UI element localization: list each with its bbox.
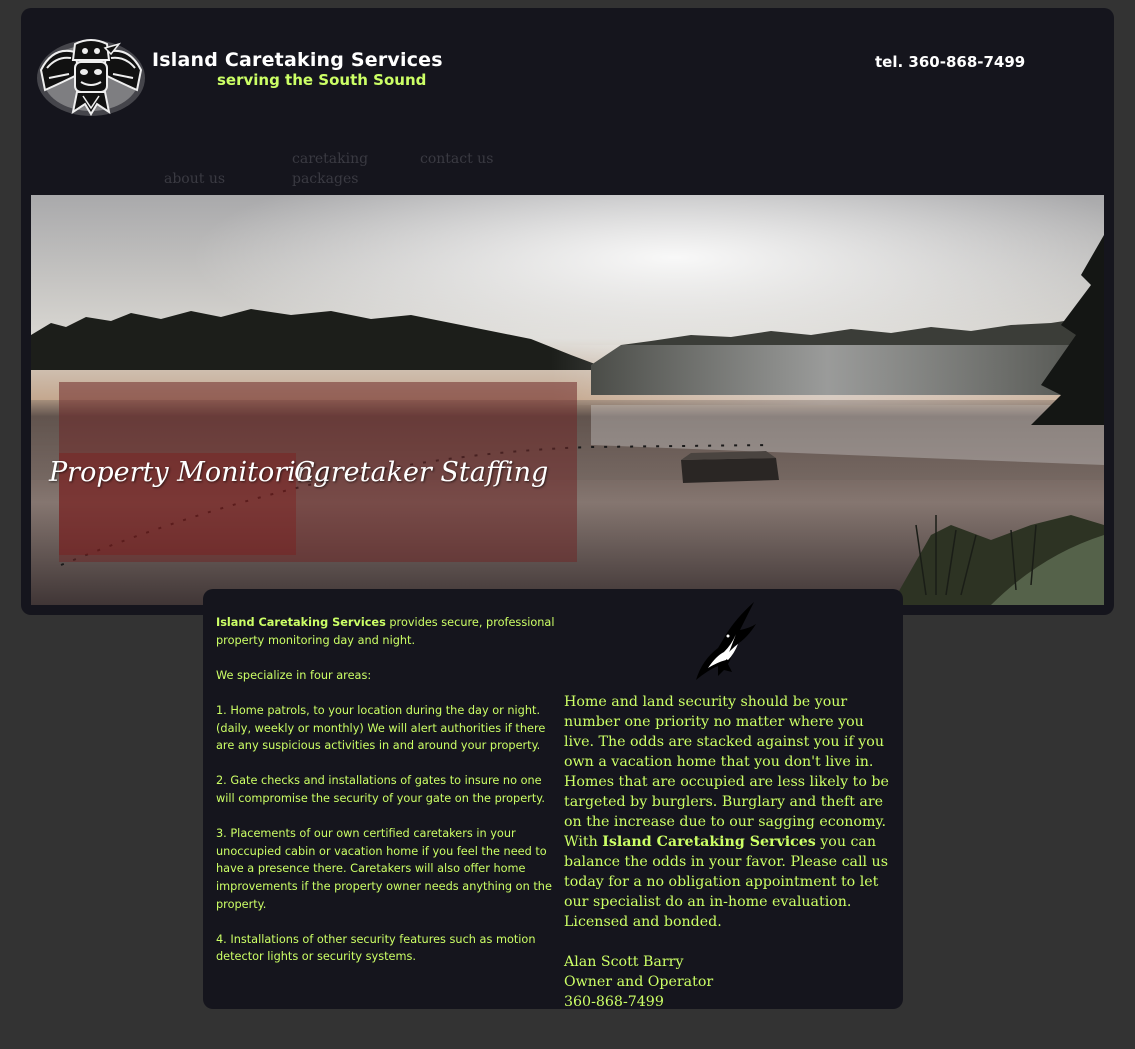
security-company-name: Island Caretaking Services: [602, 834, 816, 850]
property-monitoring-link[interactable]: Property Monitoring: [49, 457, 330, 488]
site-title: Island Caretaking Services: [152, 49, 443, 71]
owner-phone: 360-868-7499: [564, 994, 664, 1010]
nav-caretaking-packages[interactable]: caretaking packages: [292, 149, 372, 189]
nav-contact-us[interactable]: contact us: [420, 149, 493, 169]
services-column: Island Caretaking Services provides secu…: [216, 614, 561, 983]
intro-paragraph: Island Caretaking Services provides secu…: [216, 614, 561, 649]
header-phone: tel. 360-868-7499: [875, 53, 1026, 71]
owner-title: Owner and Operator: [564, 974, 714, 990]
specialize-heading: We specialize in four areas:: [216, 668, 372, 682]
site-tagline: serving the South Sound: [217, 71, 427, 89]
tribal-thunderbird-logo-icon[interactable]: [35, 38, 147, 118]
service-item-3: 3. Placements of our own certified caret…: [216, 827, 552, 911]
owner-name: Alan Scott Barry: [564, 954, 684, 970]
eagle-icon: [688, 600, 758, 685]
service-item-1: 1. Home patrols, to your location during…: [216, 703, 546, 753]
service-item-4: 4. Installations of other security featu…: [216, 932, 536, 964]
intro-column: Home and land security should be your nu…: [564, 692, 894, 1012]
service-item-2: 2. Gate checks and installations of gate…: [216, 774, 545, 805]
hero-banner: Property Monitoring Caretaker Staffing: [31, 195, 1104, 605]
intro-company-name: Island Caretaking Services: [216, 616, 386, 629]
caretaker-staffing-link[interactable]: Caretaker Staffing: [294, 457, 548, 488]
security-text-1: Home and land security should be your nu…: [564, 694, 889, 850]
nav-about-us[interactable]: about us: [164, 169, 225, 189]
security-paragraph: Home and land security should be your nu…: [564, 692, 894, 932]
